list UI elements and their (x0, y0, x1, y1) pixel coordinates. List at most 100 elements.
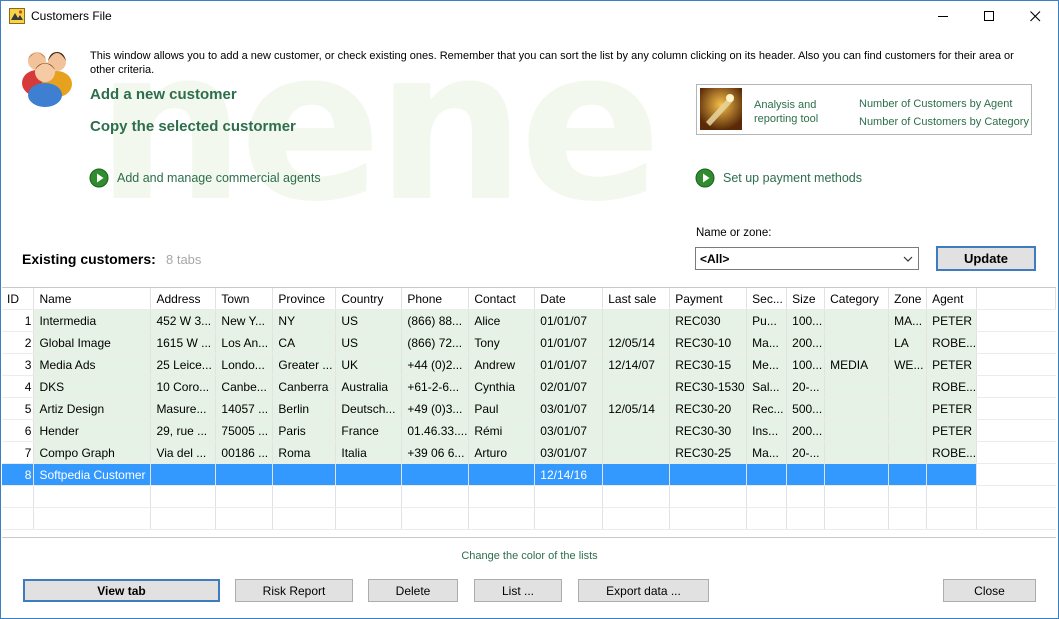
table-cell: 8 (2, 463, 35, 486)
table-cell: REC30-10 (669, 331, 748, 354)
column-header[interactable]: Phone (401, 288, 470, 310)
table-cell (824, 375, 890, 398)
table-cell (746, 485, 788, 508)
export-data-button[interactable]: Export data ... (578, 579, 709, 602)
zone-filter-select[interactable]: <All> (695, 247, 919, 270)
customers-by-category-link[interactable]: Number of Customers by Category (859, 113, 1029, 131)
table-cell: 4 (2, 375, 35, 398)
table-cell (534, 485, 604, 508)
main-content: This window allows you to add a new cust… (1, 32, 1058, 618)
table-cell (824, 485, 890, 508)
table-cell-filler (976, 507, 1056, 530)
table-row[interactable]: 6 Hender 29, rue ... 75005 ... Paris France 01… (2, 419, 1056, 442)
chevron-down-icon (903, 256, 913, 262)
table-cell: Rec... (746, 397, 788, 420)
minimize-button[interactable] (920, 1, 966, 32)
column-header[interactable]: Town (215, 288, 274, 310)
delete-button[interactable]: Delete (368, 579, 458, 602)
table-cell: 00186 ... (215, 441, 274, 464)
table-row[interactable]: 3 Media Ads 25 Leice... Londo... Greater ...… (2, 353, 1056, 376)
update-button[interactable]: Update (936, 246, 1036, 271)
table-cell: PETER (926, 353, 978, 376)
column-header[interactable]: Category (824, 288, 890, 310)
table-cell (33, 507, 152, 530)
table-cell: MEDIA (824, 353, 890, 376)
table-cell (888, 507, 928, 530)
payment-methods-link[interactable]: Set up payment methods (695, 168, 862, 188)
table-row[interactable]: 4 DKS 10 Coro... Canbe... Canberra Australia +… (2, 375, 1056, 398)
table-cell: PETER (926, 419, 978, 442)
table-cell (335, 507, 403, 530)
table-cell: 12/05/14 (602, 397, 671, 420)
table-cell: Paul (468, 397, 536, 420)
table-cell: 5 (2, 397, 35, 420)
table-cell: Intermedia (33, 309, 152, 332)
table-cell: 1 (2, 309, 35, 332)
table-cell (150, 485, 217, 508)
table-cell: REC30-1530 (669, 375, 748, 398)
table-cell (272, 463, 337, 486)
table-row[interactable]: 8 Softpedia Customer 12/14/16 (2, 463, 1056, 486)
table-cell (888, 375, 928, 398)
table-row[interactable]: 7 Compo Graph Via del ... 00186 ... Roma Ital… (2, 441, 1056, 464)
add-customer-link[interactable]: Add a new customer (90, 86, 237, 103)
column-header[interactable]: Size (786, 288, 826, 310)
report-tool-title: Analysis and reporting tool (754, 98, 818, 126)
view-tab-button[interactable]: View tab (23, 579, 220, 602)
maximize-button[interactable] (966, 1, 1012, 32)
table-cell: Me... (746, 353, 788, 376)
table-cell: 12/14/07 (602, 353, 671, 376)
table-cell: Berlin (272, 397, 337, 420)
column-header[interactable]: Address (150, 288, 217, 310)
manage-agents-link[interactable]: Add and manage commercial agents (89, 168, 321, 188)
table-cell: UK (335, 353, 403, 376)
close-icon (1029, 11, 1040, 22)
close-button[interactable]: Close (943, 579, 1036, 602)
table-cell (468, 507, 536, 530)
table-cell: 01.46.33.... (401, 419, 470, 442)
column-header[interactable]: Sec... (746, 288, 788, 310)
column-header[interactable]: Date (534, 288, 604, 310)
customers-table: ID Name Address Town Province Country Phone Con… (2, 288, 1056, 530)
table-cell: Rémi (468, 419, 536, 442)
column-header[interactable]: Province (272, 288, 337, 310)
table-cell: 01/01/07 (534, 353, 604, 376)
column-header[interactable]: Last sale (602, 288, 671, 310)
table-cell (150, 507, 217, 530)
table-cell-filler (976, 353, 1056, 376)
column-header[interactable]: Contact (468, 288, 536, 310)
table-cell: REC030 (669, 309, 748, 332)
column-header[interactable]: Name (33, 288, 152, 310)
customers-grid[interactable]: ID Name Address Town Province Country Phone Con… (2, 287, 1056, 538)
table-cell: Media Ads (33, 353, 152, 376)
column-header[interactable]: Agent (926, 288, 978, 310)
copy-customer-link[interactable]: Copy the selected custormer (90, 118, 296, 135)
table-cell (602, 463, 671, 486)
table-row[interactable]: 5 Artiz Design Masure... 14057 ... Berlin Deu… (2, 397, 1056, 420)
table-cell (272, 485, 337, 508)
payment-methods-label: Set up payment methods (723, 171, 862, 185)
column-header[interactable]: Payment (669, 288, 748, 310)
list-button[interactable]: List ... (474, 579, 562, 602)
table-cell: LA (888, 331, 928, 354)
table-row[interactable]: 2 Global Image 1615 W ... Los An... CA US (866… (2, 331, 1056, 354)
table-cell: 03/01/07 (534, 419, 604, 442)
column-header[interactable]: Zone (888, 288, 928, 310)
table-cell: +39 06 6... (401, 441, 470, 464)
change-list-color-label[interactable]: Change the color of the lists (461, 550, 597, 562)
table-cell: Compo Graph (33, 441, 152, 464)
table-cell (2, 507, 35, 530)
report-title-line1: Analysis and (754, 99, 817, 111)
table-cell (401, 507, 470, 530)
table-cell: 6 (2, 419, 35, 442)
close-window-button[interactable] (1012, 1, 1058, 32)
customers-by-agent-link[interactable]: Number of Customers by Agent (859, 95, 1029, 113)
table-cell: (866) 88... (401, 309, 470, 332)
table-cell-filler (976, 463, 1056, 486)
table-cell: (866) 72... (401, 331, 470, 354)
risk-report-button[interactable]: Risk Report (235, 579, 353, 602)
table-row[interactable]: 1 Intermedia 452 W 3... New Y... NY US (866) 8… (2, 309, 1056, 332)
column-header[interactable]: Country (335, 288, 403, 310)
table-row-empty (2, 507, 1056, 530)
column-header[interactable]: ID (2, 288, 35, 310)
